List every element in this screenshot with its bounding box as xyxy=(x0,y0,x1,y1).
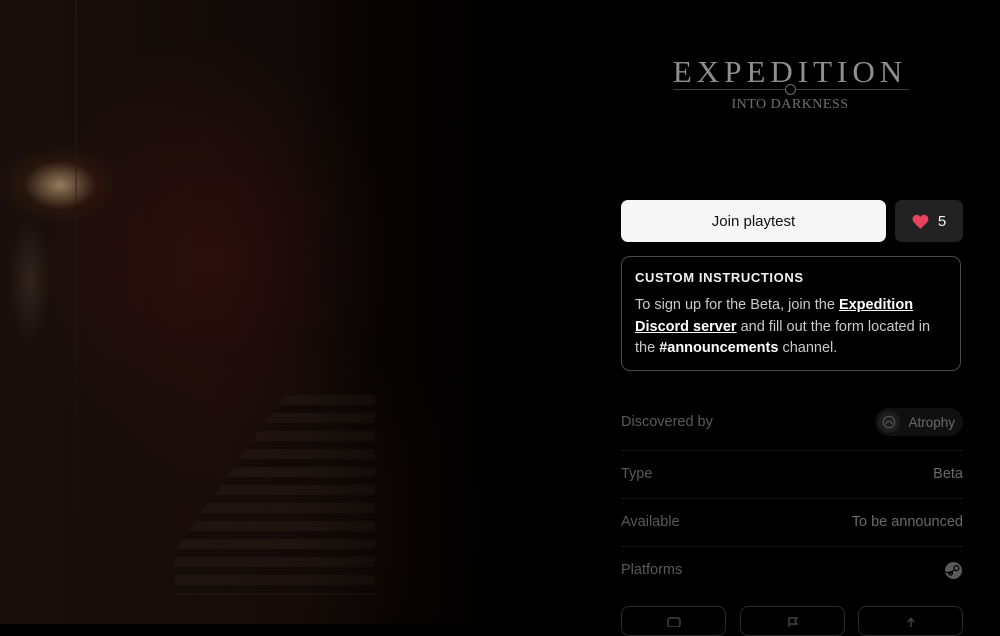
atrophy-logo-icon xyxy=(883,415,896,429)
game-cover-art xyxy=(0,0,610,624)
report-tab[interactable] xyxy=(740,606,845,636)
announcements-channel: #announcements xyxy=(659,340,779,356)
avatar xyxy=(878,411,901,433)
steam-icon[interactable] xyxy=(944,561,963,580)
instructions-heading: CUSTOM INSTRUCTIONS xyxy=(635,270,804,285)
available-value: To be announced xyxy=(851,514,963,530)
art-fade-overlay xyxy=(0,0,610,624)
divider xyxy=(621,546,963,547)
share-tab[interactable] xyxy=(858,606,963,636)
instructions-text-part: channel. xyxy=(778,340,838,356)
chat-icon xyxy=(666,617,681,627)
discovered-by-row: Discovered by Atrophy xyxy=(621,408,963,436)
game-logo: EXPEDITION INTO DARKNESS xyxy=(655,55,925,113)
logo-ring-icon xyxy=(785,84,796,95)
instructions-text-part: To sign up for the Beta, join the xyxy=(635,297,839,313)
custom-instructions-card: CUSTOM INSTRUCTIONS To sign up for the B… xyxy=(621,256,961,371)
available-row: Available To be announced xyxy=(621,512,963,532)
divider xyxy=(621,450,963,451)
type-label: Type xyxy=(621,466,653,482)
comments-tab[interactable] xyxy=(621,606,726,636)
instructions-text: To sign up for the Beta, join the Expedi… xyxy=(635,295,947,360)
like-button[interactable]: 5 xyxy=(895,200,963,242)
discoverer-chip[interactable]: Atrophy xyxy=(875,408,963,436)
discoverer-name: Atrophy xyxy=(908,414,955,430)
platforms-row: Platforms xyxy=(621,560,963,580)
heart-icon xyxy=(912,214,929,229)
share-icon xyxy=(906,617,915,627)
available-label: Available xyxy=(621,514,680,530)
type-value: Beta xyxy=(933,466,963,482)
logo-subtitle: INTO DARKNESS xyxy=(731,97,849,112)
flag-icon xyxy=(787,617,798,627)
platforms-label: Platforms xyxy=(621,562,683,578)
like-count: 5 xyxy=(937,212,947,230)
type-row: Type Beta xyxy=(621,464,963,484)
discovered-by-label: Discovered by xyxy=(621,414,713,430)
join-playtest-button[interactable]: Join playtest xyxy=(621,200,886,242)
divider xyxy=(621,498,963,499)
